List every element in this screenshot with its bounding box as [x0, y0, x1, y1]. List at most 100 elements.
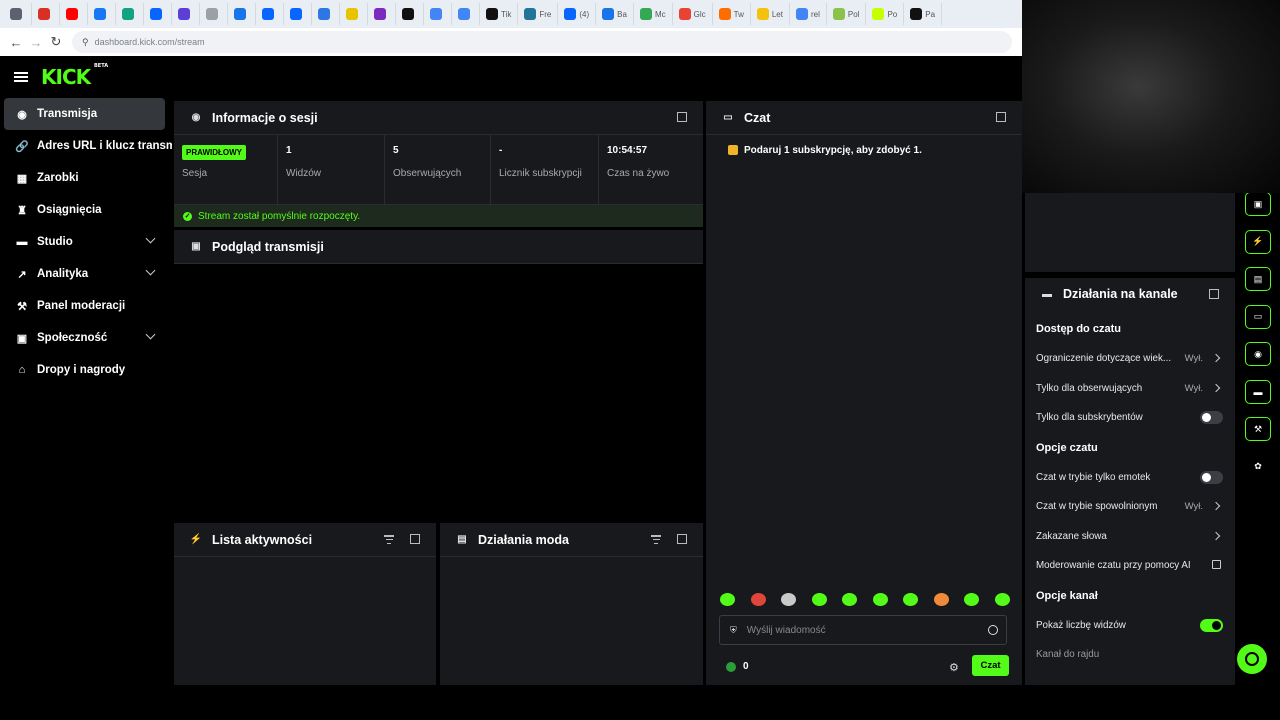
emote-icon[interactable] [720, 593, 735, 606]
stream-preview-title: Podgląd transmisji [212, 239, 324, 254]
browser-tab[interactable] [424, 3, 452, 25]
browser-tab[interactable]: Let [751, 3, 790, 25]
settings-row[interactable]: Zakazane słowa [1025, 522, 1235, 552]
expand-icon[interactable] [1209, 289, 1219, 299]
browser-tab[interactable] [200, 3, 228, 25]
emote-icon[interactable] [964, 593, 980, 606]
chat-icon[interactable]: ▭ [1245, 304, 1271, 329]
browser-tab[interactable] [172, 3, 200, 25]
bolt-icon[interactable]: ⚡ [1245, 229, 1271, 254]
browser-tab[interactable]: (4) [558, 3, 597, 25]
emote-icon[interactable] [933, 593, 949, 606]
channel-icon[interactable]: ▬ [1245, 379, 1271, 404]
community-icon[interactable]: ✿ [1245, 455, 1271, 479]
sidebar-item[interactable]: 🔗 Adres URL i klucz transmisji [4, 130, 172, 162]
sidebar-item[interactable]: ↗ Analityka [4, 258, 172, 290]
browser-tab[interactable]: Po [866, 3, 905, 25]
browser-tab[interactable]: Pol [827, 3, 867, 25]
browser-tab[interactable] [4, 3, 32, 25]
browser-tab[interactable] [368, 3, 396, 25]
settings-section-title: Opcje kanał [1036, 589, 1098, 602]
expand-icon[interactable] [677, 112, 687, 122]
toggle-switch[interactable] [1200, 411, 1223, 424]
browser-tab[interactable]: Tik [480, 3, 519, 25]
browser-tab[interactable] [256, 3, 284, 25]
browser-tab[interactable] [32, 3, 60, 25]
sidebar-item[interactable]: ▦ Zarobki [4, 162, 172, 194]
emote-icon[interactable] [781, 593, 797, 606]
reload-icon[interactable]: ↻ [46, 32, 66, 52]
sidebar-item[interactable]: ◉ Transmisja [4, 98, 165, 130]
list-icon[interactable]: ▤ [1245, 267, 1271, 291]
browser-tab[interactable] [396, 3, 424, 25]
browser-tab[interactable]: Ba [596, 3, 634, 25]
expand-icon[interactable] [677, 534, 687, 544]
gear-icon[interactable]: ⚙ [949, 661, 959, 674]
toggle-switch[interactable] [1200, 470, 1223, 484]
site-info-icon[interactable]: ⚲ [82, 37, 89, 48]
browser-tab[interactable]: Fre [518, 3, 559, 25]
emote-icon[interactable] [994, 593, 1010, 606]
chevron-down-icon[interactable] [145, 329, 156, 340]
chevron-down-icon[interactable] [145, 265, 156, 276]
settings-row[interactable]: Tylko dla obserwujących Wył. [1025, 374, 1235, 404]
toggle-switch[interactable] [1200, 618, 1223, 632]
chat-points[interactable]: 0 [726, 661, 749, 672]
sidebar-item[interactable]: ⚒ Panel moderacji [4, 290, 172, 322]
back-icon[interactable]: ← [6, 32, 26, 52]
emote-icon[interactable] [811, 593, 827, 606]
emote-icon[interactable] [872, 593, 888, 606]
browser-tab[interactable]: Mc [634, 3, 673, 25]
google-icon [458, 8, 470, 20]
chat-input[interactable]: ⛨ Wyślij wiadomość [719, 615, 1007, 645]
sidebar-item[interactable]: ♜ Osiągnięcia [4, 194, 172, 226]
browser-tab[interactable] [284, 3, 312, 25]
browser-tab[interactable] [88, 3, 116, 25]
settings-row[interactable]: Ograniczenie dotyczące wiek... Wył. [1025, 344, 1235, 374]
chevron-right-icon [1211, 353, 1221, 363]
session-stat: - Licznik subskrypcji [491, 135, 599, 204]
settings-row[interactable]: Tylko dla subskrybentów [1025, 403, 1235, 433]
kick-logo[interactable]: KICK BETA [41, 63, 108, 89]
site-icon [318, 8, 330, 20]
video-icon[interactable]: ▣ [1245, 192, 1271, 216]
help-button[interactable] [1237, 644, 1267, 674]
forward-icon[interactable]: → [26, 32, 46, 52]
filter-icon[interactable] [651, 535, 661, 544]
wrench-icon[interactable]: ⚒ [1245, 417, 1271, 441]
chat-send-button[interactable]: Czat [972, 655, 1009, 676]
browser-tab[interactable]: Pa [904, 3, 943, 25]
settings-row[interactable]: Moderowanie czatu przy pomocy AI [1025, 551, 1235, 581]
browser-tab[interactable] [312, 3, 340, 25]
settings-row[interactable]: Pokaż liczbę widzów [1025, 611, 1235, 641]
chevron-down-icon[interactable] [145, 233, 156, 244]
browser-tab[interactable] [452, 3, 480, 25]
emote-icon[interactable] [903, 593, 919, 606]
menu-icon[interactable] [14, 70, 28, 84]
sidebar-item[interactable]: ▬ Studio [4, 226, 172, 258]
browser-tab[interactable] [144, 3, 172, 25]
settings-row[interactable]: Kanał do rajdu [1025, 640, 1235, 670]
browser-tab[interactable] [340, 3, 368, 25]
sidebar-item[interactable]: ▣ Społeczność [4, 322, 172, 354]
browser-tab[interactable] [228, 3, 256, 25]
broadcast-icon[interactable]: ◉ [1245, 342, 1271, 366]
emote-icon[interactable] [842, 593, 858, 606]
url-field[interactable]: ⚲ dashboard.kick.com/stream [72, 31, 1012, 53]
browser-tab[interactable]: rel [790, 3, 827, 25]
webcam-overlay [1022, 0, 1280, 193]
filter-icon[interactable] [384, 535, 394, 544]
expand-icon[interactable] [410, 534, 420, 544]
browser-tab[interactable]: Tw [713, 3, 751, 25]
browser-tab[interactable] [60, 3, 88, 25]
sidebar-item[interactable]: ⌂ Dropy i nagrody [4, 354, 172, 386]
emote-icon[interactable] [750, 593, 766, 606]
settings-row[interactable]: Czat w trybie spowolnionym Wył. [1025, 492, 1235, 522]
gift-sub-message[interactable]: Podaruj 1 subskrypcję, aby zdobyć 1. [706, 139, 1022, 161]
stream-preview-video[interactable] [174, 264, 703, 518]
browser-tab[interactable] [116, 3, 144, 25]
browser-tab[interactable]: Glc [673, 3, 713, 25]
emoji-icon[interactable] [988, 625, 998, 635]
settings-row[interactable]: Czat w trybie tylko emotek [1025, 463, 1235, 493]
expand-icon[interactable] [996, 112, 1006, 122]
